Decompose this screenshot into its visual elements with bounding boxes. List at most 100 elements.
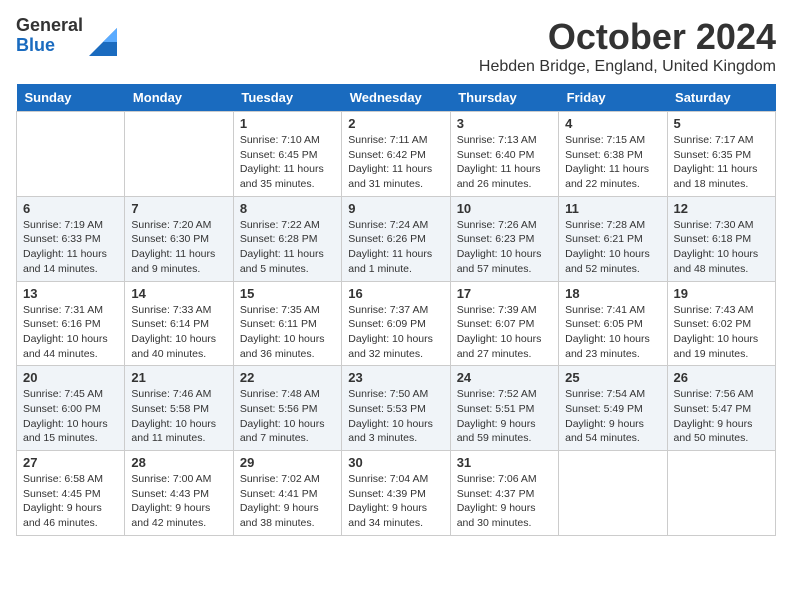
calendar-cell: 26 Sunrise: 7:56 AMSunset: 5:47 PMDayligh… [667, 366, 775, 451]
month-title: October 2024 [479, 16, 776, 58]
calendar-cell: 13 Sunrise: 7:31 AMSunset: 6:16 PMDayligh… [17, 281, 125, 366]
cell-info: Sunrise: 7:20 AMSunset: 6:30 PMDaylight:… [131, 218, 226, 277]
day-number: 1 [240, 116, 335, 131]
day-number: 23 [348, 370, 443, 385]
calendar-cell: 19Sunrise: 7:43 AMSunset: 6:02 PMDayligh… [667, 281, 775, 366]
cell-info: Sunrise: 7:28 AMSunset: 6:21 PMDaylight:… [565, 218, 660, 277]
cell-info: Sunrise: 7:37 AMSunset: 6:09 PMDaylight:… [348, 303, 443, 362]
cell-info: Sunrise: 7:46 AMSunset: 5:58 PMDaylight:… [131, 387, 226, 446]
calendar-cell: 25 Sunrise: 7:54 AMSunset: 5:49 PMDayligh… [559, 366, 667, 451]
cell-info: Sunrise: 7:06 AMSunset: 4:37 PMDaylight:… [457, 472, 552, 531]
calendar-cell: 16 Sunrise: 7:37 AMSunset: 6:09 PMDayligh… [342, 281, 450, 366]
day-number: 6 [23, 201, 118, 216]
calendar-week-row: 27 Sunrise: 6:58 AMSunset: 4:45 PMDayligh… [17, 451, 776, 536]
calendar-week-row: 1 Sunrise: 7:10 AMSunset: 6:45 PMDaylight… [17, 112, 776, 197]
header-tuesday: Tuesday [233, 84, 341, 112]
calendar-cell: 7 Sunrise: 7:20 AMSunset: 6:30 PMDaylight… [125, 196, 233, 281]
cell-info: Sunrise: 7:11 AMSunset: 6:42 PMDaylight:… [348, 133, 443, 192]
day-number: 22 [240, 370, 335, 385]
day-number: 8 [240, 201, 335, 216]
logo-icon [89, 28, 117, 56]
header-friday: Friday [559, 84, 667, 112]
calendar-cell: 12Sunrise: 7:30 AMSunset: 6:18 PMDayligh… [667, 196, 775, 281]
cell-info: Sunrise: 7:31 AMSunset: 6:16 PMDaylight:… [23, 303, 118, 362]
calendar-cell: 8 Sunrise: 7:22 AMSunset: 6:28 PMDaylight… [233, 196, 341, 281]
day-number: 7 [131, 201, 226, 216]
cell-info: Sunrise: 7:54 AMSunset: 5:49 PMDaylight:… [565, 387, 660, 446]
cell-info: Sunrise: 7:13 AMSunset: 6:40 PMDaylight:… [457, 133, 552, 192]
calendar-week-row: 20 Sunrise: 7:45 AMSunset: 6:00 PMDayligh… [17, 366, 776, 451]
calendar-table: SundayMondayTuesdayWednesdayThursdayFrid… [16, 84, 776, 536]
day-number: 28 [131, 455, 226, 470]
cell-info: Sunrise: 7:15 AMSunset: 6:38 PMDaylight:… [565, 133, 660, 192]
calendar-cell: 24 Sunrise: 7:52 AMSunset: 5:51 PMDayligh… [450, 366, 558, 451]
day-number: 5 [674, 116, 769, 131]
cell-info: Sunrise: 7:04 AMSunset: 4:39 PMDaylight:… [348, 472, 443, 531]
cell-info: Sunrise: 6:58 AMSunset: 4:45 PMDaylight:… [23, 472, 118, 531]
calendar-cell: 14Sunrise: 7:33 AMSunset: 6:14 PMDayligh… [125, 281, 233, 366]
calendar-cell: 30Sunrise: 7:04 AMSunset: 4:39 PMDayligh… [342, 451, 450, 536]
day-number: 12 [674, 201, 769, 216]
day-number: 18 [565, 286, 660, 301]
calendar-cell: 27 Sunrise: 6:58 AMSunset: 4:45 PMDayligh… [17, 451, 125, 536]
calendar-cell: 28Sunrise: 7:00 AMSunset: 4:43 PMDayligh… [125, 451, 233, 536]
day-number: 19 [674, 286, 769, 301]
calendar-cell [559, 451, 667, 536]
calendar-week-row: 13 Sunrise: 7:31 AMSunset: 6:16 PMDayligh… [17, 281, 776, 366]
calendar-cell: 5Sunrise: 7:17 AMSunset: 6:35 PMDaylight… [667, 112, 775, 197]
cell-info: Sunrise: 7:02 AMSunset: 4:41 PMDaylight:… [240, 472, 335, 531]
day-number: 26 [674, 370, 769, 385]
location: Hebden Bridge, England, United Kingdom [479, 58, 776, 76]
logo-blue-text: Blue [16, 36, 83, 56]
header-saturday: Saturday [667, 84, 775, 112]
cell-info: Sunrise: 7:33 AMSunset: 6:14 PMDaylight:… [131, 303, 226, 362]
cell-info: Sunrise: 7:56 AMSunset: 5:47 PMDaylight:… [674, 387, 769, 446]
day-number: 2 [348, 116, 443, 131]
title-block: October 2024 Hebden Bridge, England, Uni… [479, 16, 776, 76]
day-number: 4 [565, 116, 660, 131]
cell-info: Sunrise: 7:48 AMSunset: 5:56 PMDaylight:… [240, 387, 335, 446]
logo: General Blue [16, 16, 117, 56]
calendar-cell: 31Sunrise: 7:06 AMSunset: 4:37 PMDayligh… [450, 451, 558, 536]
calendar-cell: 22 Sunrise: 7:48 AMSunset: 5:56 PMDayligh… [233, 366, 341, 451]
day-number: 21 [131, 370, 226, 385]
cell-info: Sunrise: 7:22 AMSunset: 6:28 PMDaylight:… [240, 218, 335, 277]
day-number: 24 [457, 370, 552, 385]
calendar-cell [17, 112, 125, 197]
day-number: 25 [565, 370, 660, 385]
cell-info: Sunrise: 7:39 AMSunset: 6:07 PMDaylight:… [457, 303, 552, 362]
day-number: 10 [457, 201, 552, 216]
calendar-cell: 11 Sunrise: 7:28 AMSunset: 6:21 PMDayligh… [559, 196, 667, 281]
calendar-cell: 29 Sunrise: 7:02 AMSunset: 4:41 PMDayligh… [233, 451, 341, 536]
day-number: 15 [240, 286, 335, 301]
day-number: 13 [23, 286, 118, 301]
day-number: 20 [23, 370, 118, 385]
calendar-cell: 23Sunrise: 7:50 AMSunset: 5:53 PMDayligh… [342, 366, 450, 451]
day-number: 27 [23, 455, 118, 470]
cell-info: Sunrise: 7:35 AMSunset: 6:11 PMDaylight:… [240, 303, 335, 362]
day-number: 11 [565, 201, 660, 216]
calendar-cell: 20 Sunrise: 7:45 AMSunset: 6:00 PMDayligh… [17, 366, 125, 451]
day-number: 17 [457, 286, 552, 301]
cell-info: Sunrise: 7:10 AMSunset: 6:45 PMDaylight:… [240, 133, 335, 192]
calendar-header-row: SundayMondayTuesdayWednesdayThursdayFrid… [17, 84, 776, 112]
page-header: General Blue October 2024 Hebden Bridge,… [16, 16, 776, 76]
calendar-cell: 1 Sunrise: 7:10 AMSunset: 6:45 PMDaylight… [233, 112, 341, 197]
calendar-week-row: 6Sunrise: 7:19 AMSunset: 6:33 PMDaylight… [17, 196, 776, 281]
header-wednesday: Wednesday [342, 84, 450, 112]
day-number: 29 [240, 455, 335, 470]
calendar-cell: 4 Sunrise: 7:15 AMSunset: 6:38 PMDaylight… [559, 112, 667, 197]
calendar-cell [667, 451, 775, 536]
cell-info: Sunrise: 7:52 AMSunset: 5:51 PMDaylight:… [457, 387, 552, 446]
calendar-cell: 2 Sunrise: 7:11 AMSunset: 6:42 PMDaylight… [342, 112, 450, 197]
calendar-cell: 21 Sunrise: 7:46 AMSunset: 5:58 PMDayligh… [125, 366, 233, 451]
logo-general-text: General [16, 16, 83, 36]
calendar-cell: 6Sunrise: 7:19 AMSunset: 6:33 PMDaylight… [17, 196, 125, 281]
cell-info: Sunrise: 7:45 AMSunset: 6:00 PMDaylight:… [23, 387, 118, 446]
calendar-cell: 17 Sunrise: 7:39 AMSunset: 6:07 PMDayligh… [450, 281, 558, 366]
day-number: 9 [348, 201, 443, 216]
calendar-cell: 18Sunrise: 7:41 AMSunset: 6:05 PMDayligh… [559, 281, 667, 366]
day-number: 16 [348, 286, 443, 301]
calendar-cell: 15 Sunrise: 7:35 AMSunset: 6:11 PMDayligh… [233, 281, 341, 366]
calendar-cell: 9Sunrise: 7:24 AMSunset: 6:26 PMDaylight… [342, 196, 450, 281]
